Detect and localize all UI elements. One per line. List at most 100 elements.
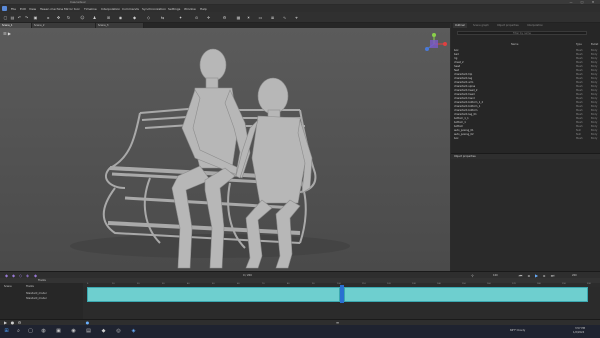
animation-clip[interactable] [344,287,588,302]
ruler-tick-label: 10 [112,283,115,285]
outliner-row-name: box [454,137,459,140]
menu-commands[interactable]: Commands [122,7,139,11]
move-tool-icon[interactable]: ✥ [56,15,61,20]
auto-posing-icon[interactable]: ✦ [178,15,183,20]
select-tool-icon[interactable]: ▸ [46,15,51,20]
ruler-tick-label: 90 [312,283,315,285]
tab-scene-graph[interactable]: Scene graph [471,23,491,28]
physics-icon[interactable]: ◉ [118,15,123,20]
frame-counter[interactable]: 0 / 200 [243,274,252,277]
task-view-icon[interactable]: ▢ [27,328,34,335]
menu-synchronization[interactable]: Synchronization [142,7,166,11]
timeline-empty-area[interactable] [83,303,600,319]
outliner-row-type: Mesh [576,137,583,140]
ruler-tick-label: 50 [212,283,215,285]
fulcrum-icon[interactable]: ⊙ [194,15,199,20]
pose-icon[interactable]: ♟ [92,15,97,20]
menu-mirror-tool[interactable]: Mirror tool [64,7,79,11]
object-properties-panel [451,159,600,271]
snap-icon[interactable]: ⌖ [294,15,299,20]
orientation-gizmo[interactable] [419,31,449,56]
menu-help[interactable]: Help [200,7,207,11]
column-bullet[interactable]: Bullet [591,43,598,46]
taskbar-cascadeur-icon[interactable]: ◈ [130,328,137,335]
ruler-tick-label: 140 [437,283,441,285]
ruler-tick-label: 190 [562,283,566,285]
tab-interpolation[interactable]: Interpolation [525,23,545,28]
ruler-tick-label: 120 [387,283,391,285]
menu-bar: File Edit View Tween machine Mirror tool… [0,5,600,12]
grid-icon[interactable]: ▦ [236,15,241,20]
timeline-toolbar: ◆ ◆ ◇ ◈ ◆ 0 / 200 ⊹ 100 ⏮ ◂ ▶ ▸ ⏭ 200 [0,271,600,278]
camera-tool-icon[interactable]: ▭ [258,15,263,20]
ruler-tick-label: 180 [537,283,541,285]
rotate-tool-icon[interactable]: ↻ [66,15,71,20]
mirror-icon[interactable]: ⇆ [160,15,165,20]
weather-widget[interactable]: 66°F Cloudy [510,329,525,332]
search-icon[interactable]: ⌕ [15,328,22,335]
ruler-tick-label: 160 [487,283,491,285]
ik-icon[interactable]: ⊞ [106,15,111,20]
outliner-row[interactable]: box Mesh Body [451,137,600,141]
viewport-toolbar: ☰ ▶ [3,31,11,36]
ruler-tick-label: 130 [412,283,416,285]
pivot-icon[interactable]: ✛ [206,15,211,20]
taskbar-app-icon[interactable]: ◆ [100,328,107,335]
taskbar-app-icon[interactable]: ▤ [85,328,92,335]
viewport-camera-icon[interactable]: ▶ [8,31,11,36]
end-frame-field[interactable]: 200 [572,274,577,277]
gear-icon[interactable]: ⚙ [222,15,227,20]
taskbar-app-icon[interactable]: ◎ [115,328,122,335]
menu-tween-machine[interactable]: Tween machine [40,7,63,11]
window-title: Cascadeur [70,0,86,4]
current-frame-field[interactable]: 100 [493,274,498,277]
outliner-header: Name Type Bullet [451,43,600,47]
ruler-tick-label: 170 [512,283,516,285]
character-icon[interactable]: ☺ [80,15,85,20]
menu-interpolation[interactable]: Interpolation [101,7,120,11]
menu-file[interactable]: File [11,7,16,11]
undo-icon[interactable]: ↶ [17,15,22,20]
clock-date[interactable]: 1/2/2024 [573,331,584,334]
ruler-tick-label: 30 [162,283,165,285]
ruler-tick-label: 40 [187,283,190,285]
trajectory-icon[interactable]: ∿ [282,15,287,20]
tab-outliner[interactable]: Outliner [453,23,468,28]
menu-timeline[interactable]: Timeline [84,7,97,11]
layers-icon[interactable]: ≣ [270,15,275,20]
column-name[interactable]: Name [511,43,518,46]
viewport-menu-icon[interactable]: ☰ [3,31,7,36]
taskbar-app-icon[interactable]: ◍ [40,328,47,335]
open-icon[interactable]: ▤ [10,15,15,20]
outliner-row-bullet: Body [591,137,598,140]
column-type[interactable]: Type [576,43,582,46]
save-icon[interactable]: ▣ [33,15,38,20]
taskbar-app-icon[interactable]: ▣ [55,328,62,335]
new-scene-icon[interactable]: ▢ [3,15,8,20]
outliner-panel: Outliner Scene graph Object properties I… [451,23,600,159]
3d-viewport[interactable] [0,28,450,271]
menu-view[interactable]: View [29,7,36,11]
animation-clip[interactable] [87,287,340,302]
menu-edit[interactable]: Edit [20,7,26,11]
tracks-label: Tracks [38,279,46,282]
taskbar-app-icon[interactable]: ◉ [70,328,77,335]
main-toolbar: ▢ ▤ ↶ ↷ ▣ ▸ ✥ ↻ ☺ ♟ ⊞ ◉ ◆ ◇ ⇆ ✦ ⊙ ✛ ⚙ ▦ … [0,12,600,23]
minimize-icon[interactable]: — [566,0,576,4]
maximize-icon[interactable]: □ [577,0,587,4]
playhead-marker[interactable] [340,285,344,303]
interval-icon[interactable]: ◇ [146,15,151,20]
track-list: Scene Tracks Standard_model Standard_mod… [0,283,83,319]
menu-settings[interactable]: Settings [168,7,180,11]
ruler-tick-label: 80 [287,283,290,285]
keyframe-icon[interactable]: ◆ [132,15,137,20]
close-icon[interactable]: ✕ [588,0,598,4]
ruler-tick-label: 0 [87,283,89,285]
start-menu-icon[interactable]: ⊞ [3,328,10,335]
menu-window[interactable]: Window [184,7,196,11]
redo-icon[interactable]: ↷ [24,15,29,20]
outliner-filter-input[interactable]: Filter by name [457,31,587,35]
lights-icon[interactable]: ☀ [246,15,251,20]
tab-object-properties[interactable]: Object properties [495,23,521,28]
clock-time[interactable]: 3:57 PM [575,327,585,330]
